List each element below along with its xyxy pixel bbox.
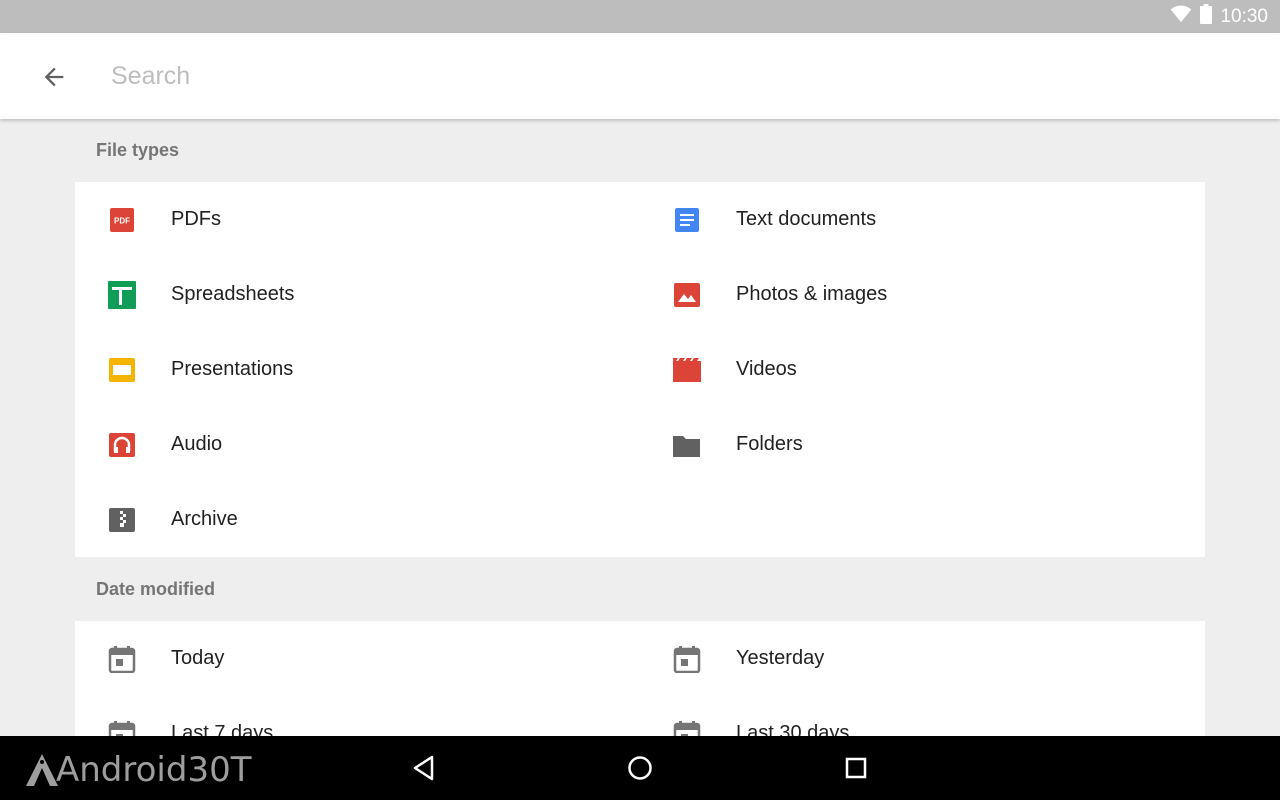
date-filter-yesterday[interactable]: Yesterday bbox=[640, 621, 1205, 696]
file-type-label: Archive bbox=[171, 508, 238, 530]
calendar-icon bbox=[108, 645, 136, 674]
calendar-icon bbox=[108, 720, 136, 736]
search-filters: File types PDF PDFs Text documents Sprea… bbox=[0, 119, 1280, 736]
watermark: Android30T bbox=[22, 748, 251, 792]
folder-icon bbox=[673, 431, 701, 459]
file-type-label: Text documents bbox=[736, 208, 877, 230]
image-icon bbox=[673, 281, 701, 309]
file-type-spreadsheets[interactable]: Spreadsheets bbox=[75, 257, 640, 332]
date-filter-label: Last 7 days bbox=[171, 722, 274, 736]
pdf-icon: PDF bbox=[108, 206, 136, 234]
file-type-text-documents[interactable]: Text documents bbox=[640, 182, 1205, 257]
file-type-label: Presentations bbox=[171, 358, 294, 380]
file-type-videos[interactable]: Videos bbox=[640, 332, 1205, 407]
file-type-label: Folders bbox=[736, 433, 803, 455]
file-type-presentations[interactable]: Presentations bbox=[75, 332, 640, 407]
file-type-pdfs[interactable]: PDF PDFs bbox=[75, 182, 640, 257]
back-nav-icon bbox=[413, 755, 434, 781]
archive-icon bbox=[108, 506, 136, 534]
file-type-label: Photos & images bbox=[736, 283, 888, 305]
file-type-label: Spreadsheets bbox=[171, 283, 295, 305]
watermark-text: Android30T bbox=[56, 750, 252, 790]
back-button[interactable] bbox=[30, 53, 78, 101]
calendar-icon bbox=[673, 645, 701, 674]
date-filter-last-30-days[interactable]: Last 30 days bbox=[640, 696, 1205, 736]
search-bar bbox=[0, 33, 1280, 119]
date-filter-label: Yesterday bbox=[736, 647, 825, 669]
spreadsheet-icon bbox=[108, 281, 136, 309]
file-type-label: PDFs bbox=[171, 208, 221, 230]
video-icon bbox=[673, 356, 701, 384]
nav-back-button[interactable] bbox=[400, 744, 448, 792]
wifi-icon bbox=[1170, 5, 1192, 28]
arrow-left-icon bbox=[44, 67, 64, 87]
recents-nav-icon bbox=[845, 757, 867, 779]
file-types-card: PDF PDFs Text documents Spreadsheets Pho… bbox=[75, 182, 1205, 557]
status-icons: 10:30 bbox=[1170, 0, 1268, 33]
calendar-icon bbox=[673, 720, 701, 736]
date-modified-header: Date modified bbox=[96, 579, 216, 599]
presentation-icon bbox=[108, 356, 136, 384]
file-type-label: Videos bbox=[736, 358, 797, 380]
date-modified-card: Today Yesterday Last 7 days Last 30 days bbox=[75, 621, 1205, 736]
audio-icon bbox=[108, 431, 136, 459]
svg-text:PDF: PDF bbox=[114, 217, 130, 226]
search-input[interactable] bbox=[111, 55, 1211, 97]
file-type-label: Audio bbox=[171, 433, 223, 455]
nav-recents-button[interactable] bbox=[832, 744, 880, 792]
date-filter-label: Today bbox=[171, 647, 225, 669]
nav-home-button[interactable] bbox=[616, 744, 664, 792]
status-bar: 10:30 bbox=[0, 0, 1280, 33]
file-type-archive[interactable]: Archive bbox=[75, 482, 640, 557]
file-types-header: File types bbox=[96, 140, 180, 160]
text-document-icon bbox=[673, 206, 701, 234]
battery-icon bbox=[1200, 4, 1213, 29]
date-filter-label: Last 30 days bbox=[736, 722, 850, 736]
file-type-folders[interactable]: Folders bbox=[640, 407, 1205, 482]
date-filter-last-7-days[interactable]: Last 7 days bbox=[75, 696, 640, 736]
date-filter-today[interactable]: Today bbox=[75, 621, 640, 696]
file-type-audio[interactable]: Audio bbox=[75, 407, 640, 482]
file-type-photos-images[interactable]: Photos & images bbox=[640, 257, 1205, 332]
status-time: 10:30 bbox=[1220, 5, 1268, 27]
home-nav-icon bbox=[628, 756, 652, 780]
